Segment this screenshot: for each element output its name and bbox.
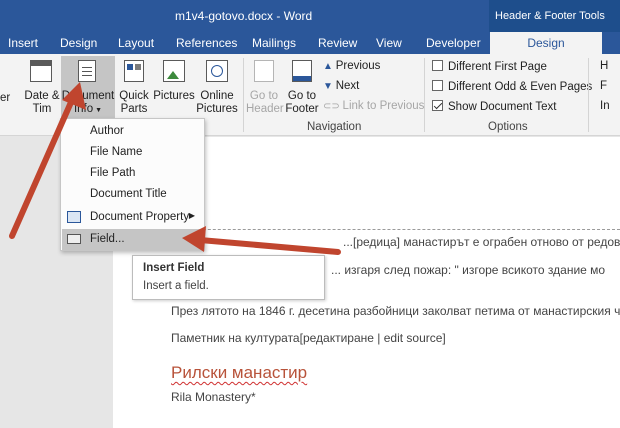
doc-subheading: Rila Monastery*	[171, 390, 256, 404]
navigation-group-label: Navigation	[307, 121, 362, 133]
checked-checkbox-icon	[432, 100, 443, 111]
cut-off-item-2[interactable]: F	[600, 80, 607, 92]
online-pictures-label-2: Pictures	[196, 103, 238, 115]
show-document-text-checkbox[interactable]: Show Document Text	[432, 100, 556, 113]
menu-item-label: Document Title	[90, 188, 167, 200]
online-pictures-label-1: Online	[200, 90, 234, 102]
go-to-header-label-1: Go to	[249, 90, 279, 102]
document-info-menu: Author File Name File Path Document Titl…	[60, 118, 205, 251]
different-first-page-checkbox[interactable]: Different First Page	[432, 60, 547, 73]
menu-item-file-name[interactable]: File Name	[62, 142, 203, 163]
group-separator	[424, 58, 425, 132]
link-to-previous-button[interactable]: ⊂⊃ Link to Previous	[323, 100, 424, 112]
menu-item-label: Author	[90, 125, 124, 137]
cut-off-button-label[interactable]: er	[0, 92, 10, 105]
quick-parts-icon	[124, 60, 144, 82]
date-time-label-2: Tim	[32, 103, 52, 115]
pictures-button[interactable]: Pictures	[153, 58, 195, 118]
document-info-label-1: Document	[61, 90, 115, 102]
next-button[interactable]: ▼ Next	[323, 80, 359, 92]
go-to-footer-button[interactable]: Go to Footer	[284, 58, 320, 118]
online-picture-icon	[206, 60, 228, 82]
chevron-down-icon: ▼	[93, 107, 103, 114]
online-pictures-button[interactable]: Online Pictures	[196, 58, 238, 118]
submenu-arrow-icon: ▶	[188, 211, 195, 220]
document-info-label-2: Info	[73, 103, 94, 115]
go-to-header-button[interactable]: Go to Header	[246, 58, 284, 118]
doc-line-2: През лятото на 1846 г. десетина разбойни…	[171, 304, 620, 318]
previous-icon: ▲	[323, 61, 336, 72]
quick-parts-label-1: Quick	[119, 90, 149, 102]
group-separator	[243, 58, 244, 132]
options-group-label: Options	[488, 121, 528, 133]
date-time-label-1: Date &	[24, 90, 60, 102]
tab-hf-design[interactable]: Design	[490, 32, 602, 54]
next-label: Next	[335, 80, 360, 92]
tab-developer[interactable]: Developer	[426, 32, 481, 54]
header-icon	[254, 60, 274, 82]
tooltip-description: Insert a field.	[143, 280, 209, 292]
doc-line-partial-1: ...[редица] манастирът е ограбен отново …	[343, 235, 620, 249]
tab-references[interactable]: References	[176, 32, 237, 54]
tab-mailings[interactable]: Mailings	[252, 32, 296, 54]
menu-item-label: File Path	[90, 167, 136, 179]
menu-item-label: Field...	[90, 233, 125, 245]
link-icon: ⊂⊃	[323, 101, 343, 112]
go-to-header-label-2: Header	[246, 103, 284, 115]
tooltip-title: Insert Field	[143, 262, 205, 274]
checkbox-icon	[432, 60, 443, 71]
tooltip: Insert Field Insert a field.	[132, 255, 325, 300]
tab-insert[interactable]: Insert	[8, 32, 38, 54]
date-time-button[interactable]: Date & Tim	[24, 58, 60, 118]
title-bar: m1v4-gotovo.docx - Word Header & Footer …	[0, 0, 620, 32]
tab-view[interactable]: View	[376, 32, 402, 54]
go-to-footer-label-1: Go to	[287, 90, 317, 102]
context-tools-label: Header & Footer Tools	[489, 0, 620, 32]
previous-button[interactable]: ▲ Previous	[323, 60, 380, 72]
menu-item-field[interactable]: Field...	[62, 229, 203, 250]
menu-item-author[interactable]: Author	[62, 121, 203, 142]
footer-icon	[292, 60, 312, 82]
different-odd-even-label: Different Odd & Even Pages	[448, 81, 593, 93]
menu-item-document-property[interactable]: Document Property ▶	[62, 207, 203, 228]
different-odd-even-checkbox[interactable]: Different Odd & Even Pages	[432, 80, 592, 93]
menu-item-label: File Name	[90, 146, 143, 158]
property-icon	[67, 211, 81, 223]
doc-header-line: ... изгаря след пожар: " изгоре всикото …	[331, 263, 606, 277]
go-to-footer-label-2: Footer	[285, 103, 319, 115]
doc-heading: Рилски манастир	[171, 363, 308, 382]
calendar-icon	[30, 60, 52, 82]
cut-off-item-1[interactable]: H	[600, 60, 608, 72]
ribbon-tabs: Insert Design Layout References Mailings…	[0, 32, 620, 54]
tab-design[interactable]: Design	[60, 32, 97, 54]
next-icon: ▼	[323, 81, 336, 92]
window-title: m1v4-gotovo.docx - Word	[175, 9, 313, 23]
menu-item-file-path[interactable]: File Path	[62, 163, 203, 184]
quick-parts-label-2: Parts	[120, 103, 148, 115]
doc-line-3: Паметник на културата[редактиране | edit…	[171, 331, 446, 345]
group-separator	[588, 58, 589, 132]
menu-item-document-title[interactable]: Document Title	[62, 184, 203, 205]
checkbox-icon	[432, 80, 443, 91]
pictures-label: Pictures	[153, 90, 195, 102]
field-icon	[67, 234, 81, 244]
tab-review[interactable]: Review	[318, 32, 357, 54]
show-document-text-label: Show Document Text	[448, 101, 557, 113]
menu-item-label: Document Property	[90, 211, 190, 223]
previous-label: Previous	[335, 60, 381, 72]
document-icon	[78, 60, 96, 82]
quick-parts-button[interactable]: Quick Parts	[117, 58, 151, 118]
cut-off-item-3[interactable]: In	[600, 100, 610, 112]
link-to-previous-label: Link to Previous	[342, 100, 425, 112]
tab-layout[interactable]: Layout	[118, 32, 154, 54]
document-info-button[interactable]: Document Info ▼	[61, 56, 115, 118]
different-first-page-label: Different First Page	[448, 61, 547, 73]
picture-icon	[163, 60, 185, 82]
